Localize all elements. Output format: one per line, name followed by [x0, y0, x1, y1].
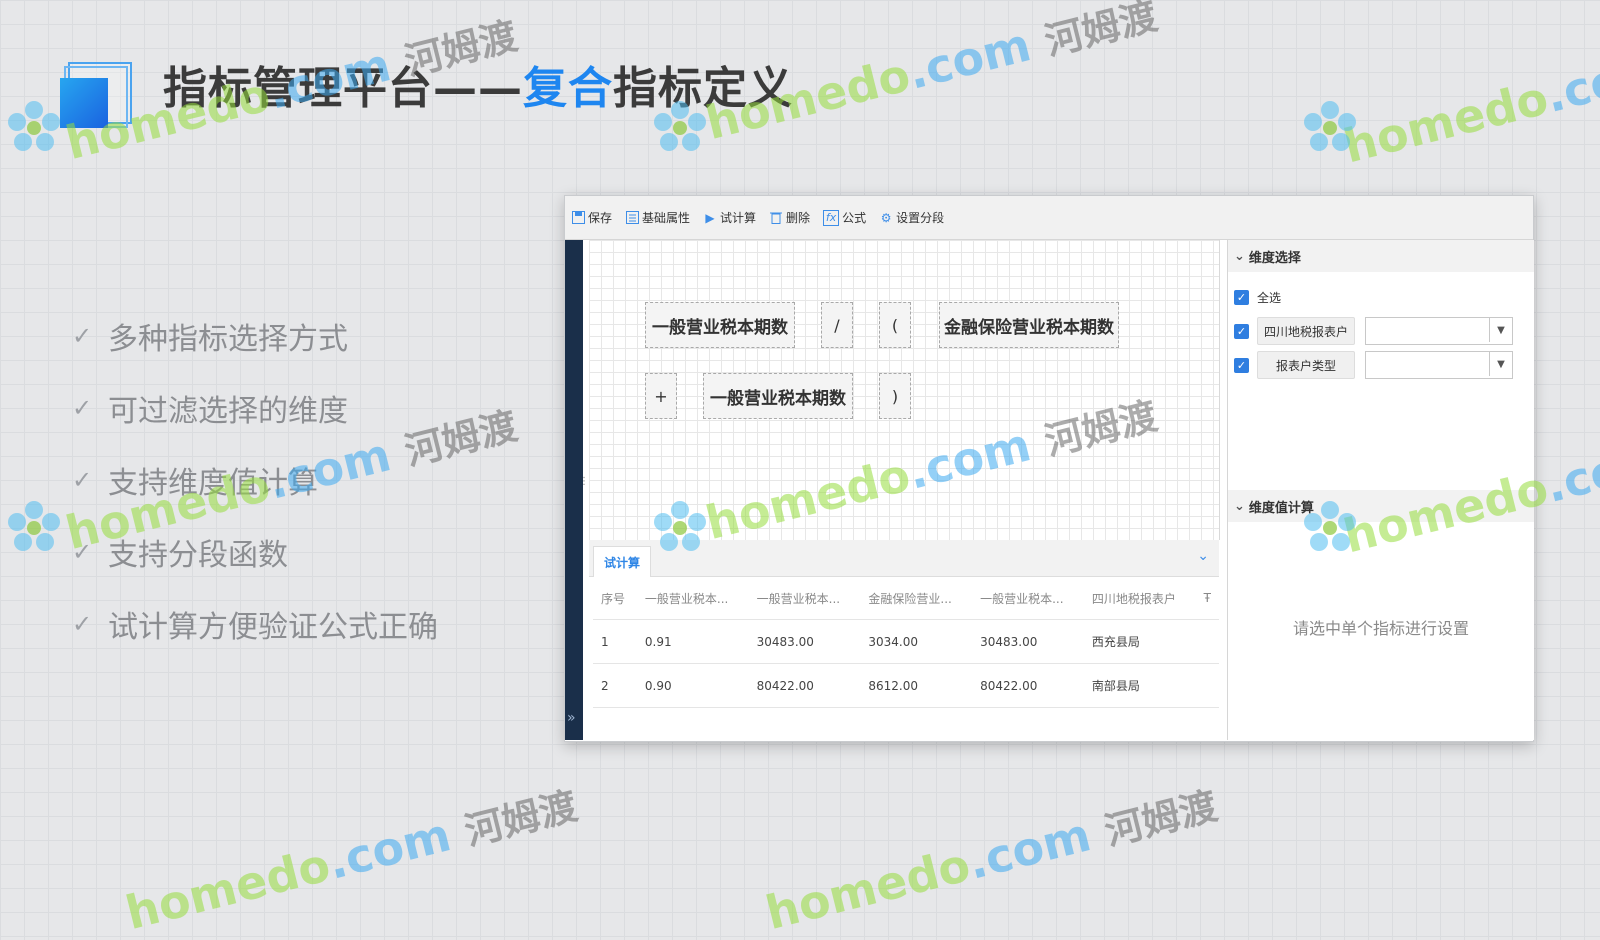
dimension-select-header[interactable]: ⌄ 维度选择 — [1228, 240, 1534, 272]
formula-paren[interactable]: ( — [879, 302, 911, 348]
dimension-value-select[interactable]: ▼ — [1365, 351, 1513, 379]
watermark: homedo.com 河姆渡 — [760, 783, 1222, 940]
chevron-down-icon: ⌄ — [1234, 248, 1245, 264]
toolbar: 保存 基础属性 ▶ 试计算 删除 fx 公式 ⚙ 设置分段 — [565, 196, 1533, 240]
formula-canvas[interactable]: 一般营业税本期数 / ( 金融保险营业税本期数 + 一般营业税本期数 ) — [589, 240, 1220, 540]
cell — [1195, 619, 1219, 664]
basic-props-button[interactable]: 基础属性 — [625, 209, 690, 226]
cell: 1 — [593, 619, 637, 664]
dimension-checkbox[interactable]: ✓ — [1234, 357, 1249, 373]
feature-item: ✓ 可过滤选择的维度 — [72, 394, 348, 429]
check-icon: ✓ — [72, 466, 93, 494]
dimension-calc-header[interactable]: ⌄ 维度值计算 — [1228, 490, 1534, 522]
cell: 3034.00 — [860, 619, 973, 664]
watermark: homedo.com — [1338, 40, 1600, 174]
empty-state-text: 请选中单个指标进行设置 — [1292, 619, 1469, 638]
splitter-handle[interactable]: ⋮ — [579, 476, 589, 487]
column-header[interactable]: 四川地税报表户 — [1083, 577, 1196, 620]
feature-item: ✓ 支持分段函数 — [72, 538, 288, 573]
dimension-row: ✓ 四川地税报表户 ▼ — [1228, 314, 1534, 348]
column-header[interactable]: 一般营业税本... — [636, 577, 749, 620]
tab-strip: 试计算 ⌄ — [589, 540, 1219, 577]
formula-operator[interactable]: / — [821, 302, 853, 348]
feature-list: ✓ 多种指标选择方式 ✓ 可过滤选择的维度 ✓ 支持维度值计算 ✓ 支持分段函数 ✓ 试计… — [72, 300, 438, 660]
play-icon: ▶ — [705, 210, 715, 225]
save-button[interactable]: 保存 — [571, 209, 612, 226]
formula-indicator[interactable]: 金融保险营业税本期数 — [939, 302, 1119, 348]
cell: 2 — [593, 663, 637, 708]
column-header[interactable]: 一般营业税本... — [748, 577, 861, 620]
feature-item: ✓ 多种指标选择方式 — [72, 322, 348, 357]
column-header[interactable]: Ŧ — [1195, 577, 1219, 620]
table-row[interactable]: 2 0.90 80422.00 8612.00 80422.00 南部县局 — [593, 663, 1219, 708]
formula-button[interactable]: fx 公式 — [823, 209, 866, 226]
segment-settings-button[interactable]: ⚙ 设置分段 — [879, 209, 944, 226]
watermark-flower-icon — [1304, 101, 1356, 151]
collapse-icon[interactable]: ⌄ — [1197, 548, 1209, 564]
dropdown-arrow-icon[interactable]: ▼ — [1489, 318, 1512, 342]
cell: 0.91 — [636, 619, 749, 664]
tab-trial-calc[interactable]: 试计算 — [593, 546, 651, 577]
column-header[interactable]: 一般营业税本... — [972, 577, 1084, 620]
cell: 80422.00 — [972, 663, 1084, 708]
table-header: 序号 一般营业税本... 一般营业税本... 金融保险营业... 一般营业税本.… — [593, 577, 1219, 620]
feature-item: ✓ 试计算方便验证公式正确 — [72, 610, 438, 645]
formula-operator[interactable]: + — [645, 373, 677, 419]
chevron-down-icon: ⌄ — [1234, 498, 1245, 514]
trash-icon — [769, 211, 783, 225]
cell: 80422.00 — [748, 663, 861, 708]
select-all-row: ✓ 全选 — [1228, 280, 1534, 314]
dimension-label-button[interactable]: 报表户类型 — [1257, 351, 1355, 379]
select-all-checkbox[interactable]: ✓ — [1234, 289, 1249, 305]
expand-icon[interactable]: » — [567, 710, 576, 726]
dimension-row: ✓ 报表户类型 ▼ — [1228, 348, 1534, 382]
dropdown-arrow-icon[interactable]: ▼ — [1489, 352, 1512, 376]
dimension-value-select[interactable]: ▼ — [1365, 317, 1513, 345]
logo-mark — [60, 62, 132, 128]
gear-icon: ⚙ — [880, 210, 892, 225]
cell — [1195, 663, 1219, 708]
cell: 8612.00 — [860, 663, 973, 708]
column-header[interactable]: 金融保险营业... — [860, 577, 973, 620]
cell: 0.90 — [636, 663, 749, 708]
page-title: 指标管理平台——复合指标定义 — [163, 63, 793, 114]
formula-indicator[interactable]: 一般营业税本期数 — [645, 302, 795, 348]
cell: 30483.00 — [972, 619, 1084, 664]
formula-indicator[interactable]: 一般营业税本期数 — [703, 373, 853, 419]
watermark-flower-icon — [8, 101, 60, 151]
dimension-label-button[interactable]: 四川地税报表户 — [1257, 317, 1355, 345]
delete-button[interactable]: 删除 — [769, 209, 810, 226]
save-icon — [571, 211, 585, 225]
trial-calc-button[interactable]: ▶ 试计算 — [703, 209, 756, 226]
check-icon: ✓ — [72, 394, 93, 422]
cell: 西充县局 — [1083, 619, 1196, 664]
watermark: homedo.com 河姆渡 — [120, 783, 582, 940]
table-row[interactable]: 1 0.91 30483.00 3034.00 30483.00 西充县局 — [593, 619, 1219, 664]
formula-paren[interactable]: ) — [879, 373, 911, 419]
formula-icon: fx — [823, 209, 840, 226]
watermark-flower-icon — [8, 501, 60, 551]
trial-calc-panel: 试计算 ⌄ 序号 一般营业税本... 一般营业税本... 金融保险营业... 一… — [589, 540, 1219, 740]
column-header[interactable]: 序号 — [593, 577, 637, 620]
cell: 30483.00 — [748, 619, 861, 664]
side-nav-bar: » — [565, 240, 583, 740]
list-icon — [625, 211, 639, 225]
dimension-checkbox[interactable]: ✓ — [1234, 323, 1249, 339]
cell: 南部县局 — [1083, 663, 1196, 708]
dimension-panel: ⌄ 维度选择 ✓ 全选 ✓ 四川地税报表户 ▼ ✓ 报表户类型 ▼ ⌄ 维度值计… — [1227, 240, 1534, 740]
check-icon: ✓ — [72, 322, 93, 350]
check-icon: ✓ — [72, 538, 93, 566]
app-window: 保存 基础属性 ▶ 试计算 删除 fx 公式 ⚙ 设置分段 » ⋮ 一般营业税本… — [564, 195, 1534, 742]
result-table: 序号 一般营业税本... 一般营业税本... 金融保险营业... 一般营业税本.… — [593, 577, 1219, 708]
check-icon: ✓ — [72, 610, 93, 638]
feature-item: ✓ 支持维度值计算 — [72, 466, 318, 501]
